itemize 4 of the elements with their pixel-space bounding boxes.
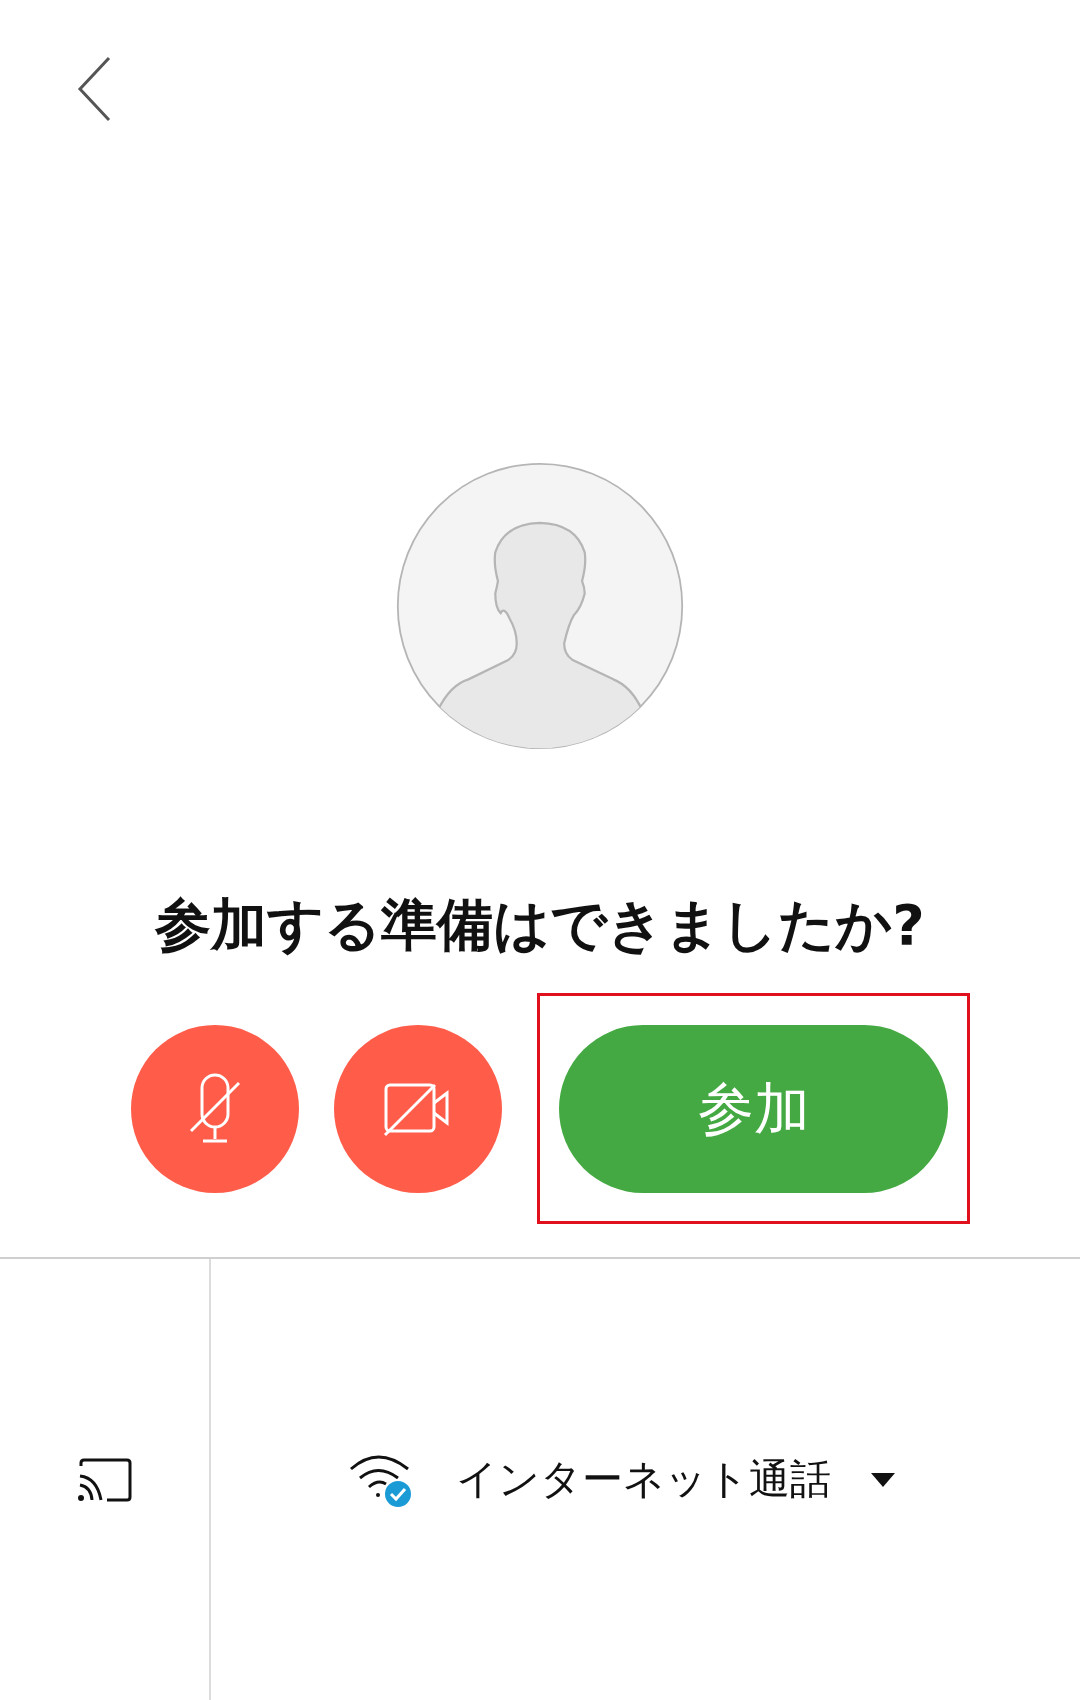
connection-selector[interactable]: インターネット通話 [211, 1259, 895, 1700]
dropdown-caret-icon [871, 1472, 895, 1487]
back-button[interactable] [76, 54, 112, 124]
connection-label: インターネット通話 [456, 1453, 831, 1505]
